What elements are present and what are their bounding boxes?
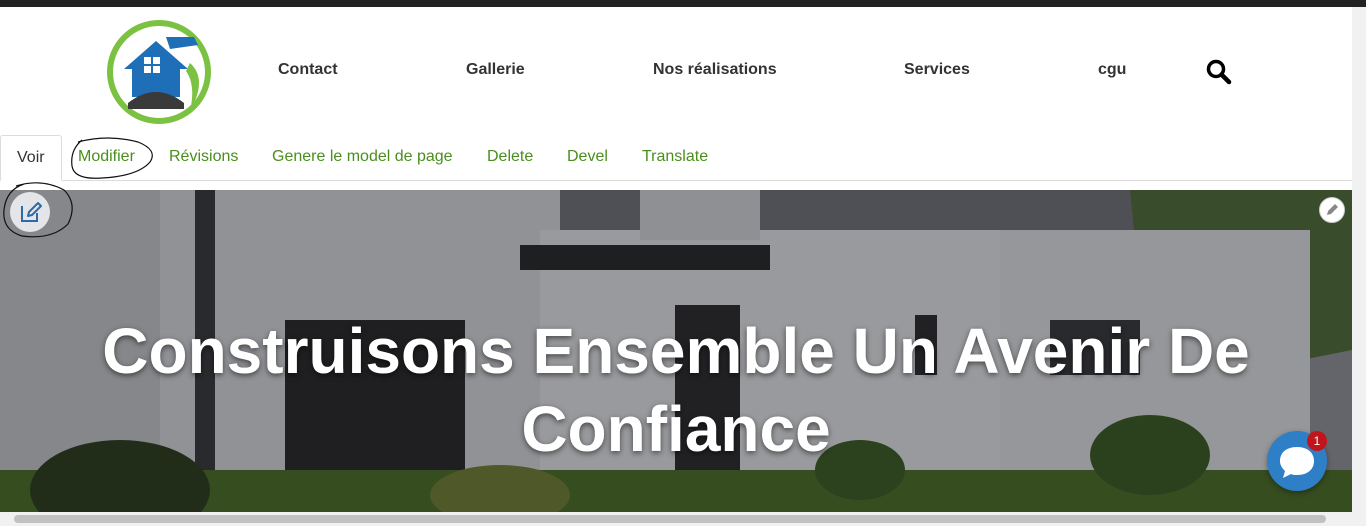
top-bar <box>0 0 1366 7</box>
chat-notification-badge: 1 <box>1307 431 1327 451</box>
hero-title: Construisons Ensemble Un Avenir De Confi… <box>102 315 1250 465</box>
site-logo[interactable] <box>106 19 212 125</box>
nav-cgu[interactable]: cgu <box>1098 61 1126 79</box>
nav-contact[interactable]: Contact <box>278 61 338 79</box>
nav-realisations[interactable]: Nos réalisations <box>653 61 777 79</box>
search-icon[interactable] <box>1205 58 1233 86</box>
tab-devel[interactable]: Devel <box>551 135 624 180</box>
site-header: Contact Gallerie Nos réalisations Servic… <box>0 7 1352 135</box>
nav-gallerie[interactable]: Gallerie <box>466 61 525 79</box>
tab-voir[interactable]: Voir <box>0 135 62 181</box>
contextual-edit-button[interactable] <box>1319 197 1345 223</box>
edit-icon <box>21 202 42 222</box>
hero-banner: Construisons Ensemble Un Avenir De Confi… <box>0 190 1352 512</box>
local-tasks-tabs: Voir Modifier Révisions Genere le model … <box>0 135 1352 181</box>
tab-genere-model[interactable]: Genere le model de page <box>256 135 469 180</box>
tab-revisions[interactable]: Révisions <box>153 135 254 180</box>
pencil-icon <box>1327 204 1338 215</box>
tab-delete[interactable]: Delete <box>471 135 549 180</box>
quick-edit-button[interactable] <box>10 192 50 232</box>
vertical-scrollbar[interactable] <box>1352 7 1366 512</box>
horizontal-scrollbar-thumb[interactable] <box>14 515 1326 523</box>
tab-modifier[interactable]: Modifier <box>62 135 151 180</box>
nav-services[interactable]: Services <box>904 61 970 79</box>
tab-translate[interactable]: Translate <box>626 135 724 180</box>
